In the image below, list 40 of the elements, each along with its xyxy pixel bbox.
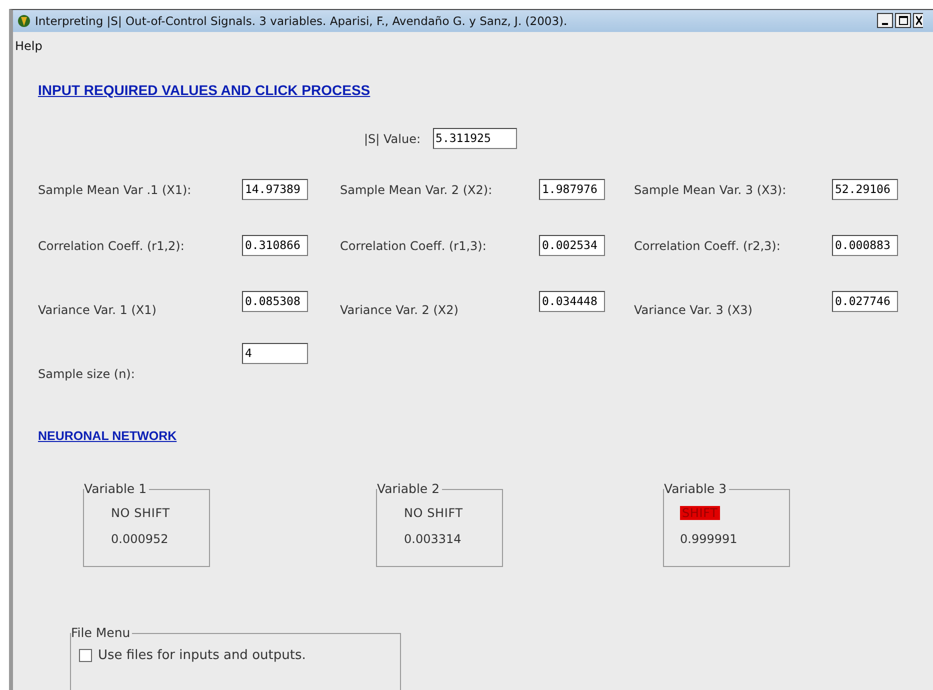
input-field[interactable]: 0.085308 [242, 291, 308, 312]
probability-value: 0.999991 [680, 532, 738, 546]
field-label: Sample Mean Var. 3 (X3): [634, 182, 788, 196]
field-label: Sample Mean Var. 2 (X2): [340, 182, 494, 196]
input-field[interactable]: 0.034448 [539, 291, 605, 312]
section-heading: INPUT REQUIRED VALUES AND CLICK PROCESS [38, 82, 370, 98]
input-field[interactable]: 0.000883 [832, 235, 898, 256]
field-label: Sample Mean Var .1 (X1): [38, 182, 192, 196]
field-label: Correlation Coeff. (r1,2): [38, 238, 186, 252]
section-heading: NEURONAL NETWORK [38, 429, 177, 443]
input-field[interactable]: 52.29106 [832, 179, 898, 200]
close-icon [916, 16, 922, 25]
window-title: Interpreting |S| Out-of-Control Signals. 3 variables. Aparisi, F., Avendaño G. y Sanz, J. (2003). [35, 14, 568, 28]
probability-value: 0.000952 [111, 532, 168, 546]
checkbox[interactable] [79, 649, 92, 662]
field-label: Correlation Coeff. (r1,3): [340, 238, 488, 252]
input-field[interactable]: 4 [242, 343, 308, 364]
menu-item[interactable]: Help [15, 39, 42, 53]
input-field[interactable]: 0.310866 [242, 235, 308, 256]
input-field[interactable]: 0.027746 [832, 291, 898, 312]
field-label: Sample size (n): [38, 367, 136, 381]
input-field[interactable]: 1.987976 [539, 179, 605, 200]
field-label: |S| Value: [364, 132, 421, 146]
input-field[interactable]: 5.311925 [432, 128, 517, 149]
shift-status: NO SHIFT [404, 506, 463, 520]
close-button[interactable] [913, 13, 923, 28]
field-label: Variance Var. 2 (X2) [340, 303, 460, 317]
input-field[interactable]: 0.002534 [539, 235, 605, 256]
minimize-button[interactable] [877, 13, 893, 28]
field-label: Variance Var. 1 (X1) [38, 303, 158, 317]
maximize-icon [898, 16, 908, 25]
minimize-icon [882, 23, 888, 25]
field-label: Correlation Coeff. (r2,3): [634, 238, 782, 252]
field-label: Variance Var. 3 (X3) [634, 303, 754, 317]
probability-value: 0.003314 [404, 532, 462, 546]
input-field[interactable]: 14.97389 [242, 179, 308, 200]
maximize-button[interactable] [895, 13, 911, 28]
checkbox-label: Use files for inputs and outputs. [98, 648, 306, 663]
shift-status: NO SHIFT [111, 506, 170, 520]
shift-status: SHIFT [680, 506, 720, 520]
